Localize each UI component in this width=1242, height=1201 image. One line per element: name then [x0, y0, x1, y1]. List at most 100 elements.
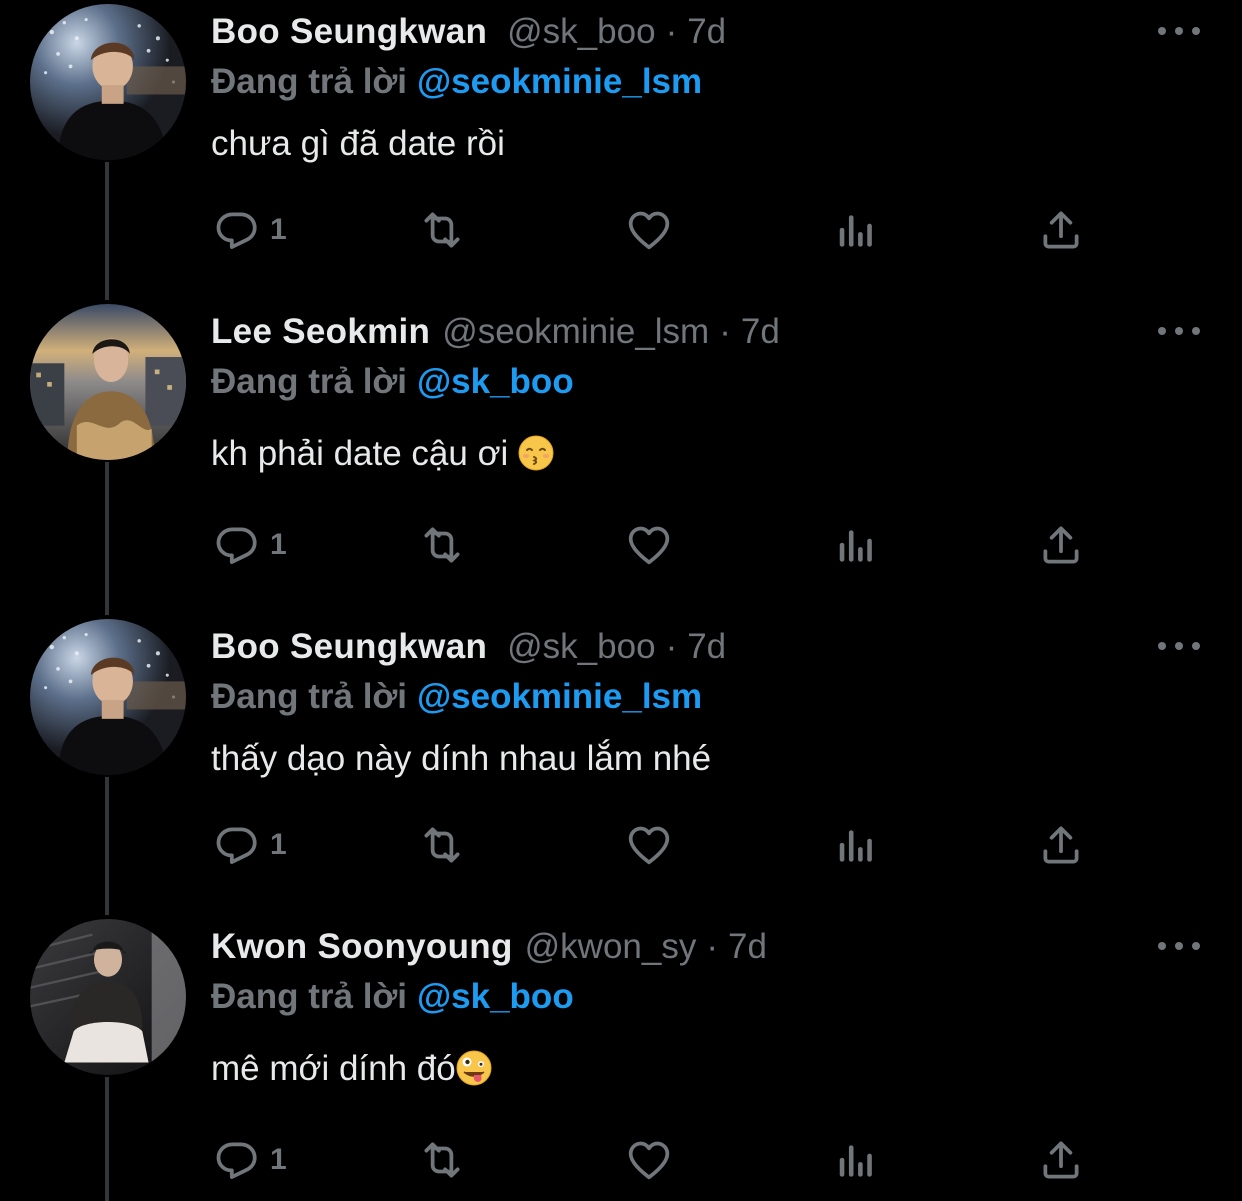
more-icon: [1158, 327, 1166, 335]
retweet-button[interactable]: [417, 200, 467, 260]
share-icon: [1036, 520, 1086, 570]
avatar[interactable]: [30, 919, 186, 1075]
username[interactable]: @kwon_sy: [525, 925, 697, 969]
avatar[interactable]: [30, 619, 186, 775]
replying-label: Đang trả lời: [211, 677, 408, 716]
reply-icon: [212, 1135, 262, 1185]
tweet[interactable]: Boo Seungkwan @sk_boo · 7d Đang trả lời @…: [0, 0, 1242, 315]
avatar[interactable]: [30, 4, 186, 160]
mention-link[interactable]: @sk_boo: [417, 362, 574, 401]
heart-icon: [624, 820, 674, 870]
tweet[interactable]: Kwon Soonyoung @kwon_sy · 7d Đang trả lờ…: [0, 915, 1242, 1201]
tweet-header: Kwon Soonyoung @kwon_sy · 7d: [211, 925, 767, 969]
more-options-button[interactable]: [1158, 937, 1200, 955]
tweet-text: chưa gì đã date rồi: [211, 122, 505, 166]
replying-to: Đang trả lời @sk_boo: [211, 975, 574, 1019]
more-options-button[interactable]: [1158, 22, 1200, 40]
like-button[interactable]: [624, 515, 674, 575]
tweet-text-content: thấy dạo này dính nhau lắm nhé: [211, 739, 712, 778]
stats-icon: [831, 205, 881, 255]
tweet-actions: 1: [0, 200, 1242, 260]
reply-thread: Boo Seungkwan @sk_boo · 7d Đang trả lời @…: [0, 0, 1242, 1201]
heart-icon: [624, 1135, 674, 1185]
stats-button[interactable]: [831, 815, 881, 875]
replying-to: Đang trả lời @seokminie_lsm: [211, 675, 702, 719]
avatar[interactable]: [30, 304, 186, 460]
replying-label: Đang trả lời: [211, 62, 408, 101]
share-icon: [1036, 205, 1086, 255]
retweet-button[interactable]: [417, 515, 467, 575]
timestamp[interactable]: 7d: [687, 625, 726, 669]
separator-dot: ·: [719, 312, 731, 351]
retweet-icon: [417, 1135, 467, 1185]
share-button[interactable]: [1036, 515, 1086, 575]
retweet-icon: [417, 520, 467, 570]
timestamp[interactable]: 7d: [687, 10, 726, 54]
reply-icon: [212, 520, 262, 570]
reply-button[interactable]: 1: [212, 515, 287, 575]
tweet-text: mê mới dính đó: [211, 1047, 492, 1091]
avatar-kwon-soonyoung: [30, 919, 186, 1075]
tweet-header: Boo Seungkwan @sk_boo · 7d: [211, 625, 726, 669]
retweet-button[interactable]: [417, 1130, 467, 1190]
heart-icon: [624, 520, 674, 570]
more-options-button[interactable]: [1158, 322, 1200, 340]
tweet[interactable]: Lee Seokmin @seokminie_lsm · 7d Đang trả…: [0, 300, 1242, 615]
tweet-actions: 1: [0, 815, 1242, 875]
display-name[interactable]: Boo Seungkwan: [211, 625, 487, 669]
reply-icon: [212, 205, 262, 255]
reply-icon: [212, 820, 262, 870]
share-button[interactable]: [1036, 815, 1086, 875]
mention-link[interactable]: @sk_boo: [417, 977, 574, 1016]
username[interactable]: @sk_boo: [507, 625, 655, 669]
tweet-text-content: kh phải date cậu ơi: [211, 434, 509, 473]
username[interactable]: @seokminie_lsm: [442, 310, 709, 354]
tweet-header: Boo Seungkwan @sk_boo · 7d: [211, 10, 726, 54]
tweet-text-content: chưa gì đã date rồi: [211, 124, 505, 163]
timestamp[interactable]: 7d: [728, 925, 767, 969]
display-name[interactable]: Kwon Soonyoung: [211, 925, 513, 969]
timestamp[interactable]: 7d: [741, 310, 780, 354]
tweet[interactable]: Boo Seungkwan @sk_boo · 7d Đang trả lời @…: [0, 615, 1242, 930]
tweet-actions: 1: [0, 1130, 1242, 1190]
tweet-text-content: mê mới dính đó: [211, 1049, 456, 1088]
replying-label: Đang trả lời: [211, 362, 408, 401]
mention-link[interactable]: @seokminie_lsm: [417, 62, 702, 101]
retweet-icon: [417, 205, 467, 255]
stats-icon: [831, 1135, 881, 1185]
stats-button[interactable]: [831, 515, 881, 575]
tweet-header: Lee Seokmin @seokminie_lsm · 7d: [211, 310, 780, 354]
reply-button[interactable]: 1: [212, 1130, 287, 1190]
retweet-button[interactable]: [417, 815, 467, 875]
like-button[interactable]: [624, 1130, 674, 1190]
share-button[interactable]: [1036, 1130, 1086, 1190]
stats-icon: [831, 820, 881, 870]
display-name[interactable]: Lee Seokmin: [211, 310, 430, 354]
stats-button[interactable]: [831, 200, 881, 260]
reply-count: 1: [270, 528, 287, 561]
avatar-boo-seungkwan: [30, 4, 186, 160]
more-icon: [1158, 27, 1166, 35]
avatar-boo-seungkwan: [30, 619, 186, 775]
reply-button[interactable]: 1: [212, 200, 287, 260]
replying-to: Đang trả lời @seokminie_lsm: [211, 60, 702, 104]
replying-label: Đang trả lời: [211, 977, 408, 1016]
display-name[interactable]: Boo Seungkwan: [211, 10, 487, 54]
reply-button[interactable]: 1: [212, 815, 287, 875]
kissing-face-emoji: [518, 435, 554, 471]
reply-count: 1: [270, 1143, 287, 1176]
like-button[interactable]: [624, 815, 674, 875]
share-button[interactable]: [1036, 200, 1086, 260]
avatar-lee-seokmin: [30, 304, 186, 460]
separator-dot: ·: [706, 927, 719, 966]
mention-link[interactable]: @seokminie_lsm: [417, 677, 702, 716]
tweet-text: kh phải date cậu ơi: [211, 432, 554, 476]
retweet-icon: [417, 820, 467, 870]
tweet-text: thấy dạo này dính nhau lắm nhé: [211, 737, 711, 781]
more-options-button[interactable]: [1158, 637, 1200, 655]
stats-button[interactable]: [831, 1130, 881, 1190]
stats-icon: [831, 520, 881, 570]
reply-count: 1: [270, 213, 287, 246]
username[interactable]: @sk_boo: [507, 10, 655, 54]
like-button[interactable]: [624, 200, 674, 260]
